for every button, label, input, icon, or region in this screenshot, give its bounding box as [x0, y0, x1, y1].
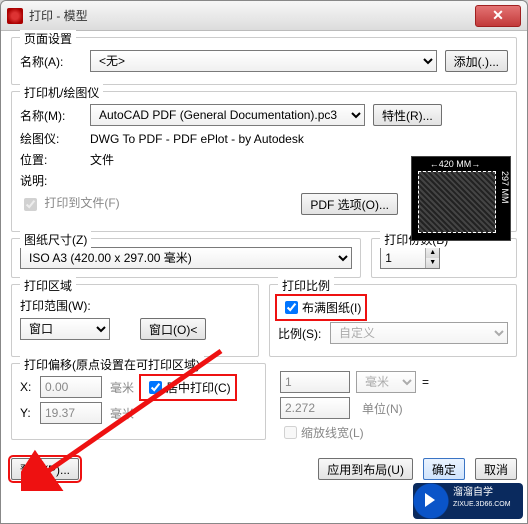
window-title: 打印 - 模型 — [29, 7, 475, 24]
window-select-button[interactable]: 窗口(O)< — [140, 318, 206, 340]
cancel-button[interactable]: 取消 — [475, 458, 517, 480]
where-value: 文件 — [90, 151, 114, 168]
plot-area-group: 打印区域 打印范围(W): 窗口 窗口(O)< — [11, 284, 259, 357]
watermark-line1: 溜溜自学 — [453, 487, 519, 499]
pdf-options-button[interactable]: PDF 选项(O)... — [301, 193, 398, 215]
fit-to-paper-highlight: 布满图纸(I) — [278, 297, 364, 318]
scale-lineweights-label: 缩放线宽(L) — [301, 424, 364, 441]
fit-to-paper-label: 布满图纸(I) — [302, 299, 361, 316]
paper-preview-rect — [418, 171, 496, 233]
plot-scale-legend: 打印比例 — [278, 277, 334, 294]
scale-unit-label: 单位(N) — [362, 400, 403, 417]
offset-y-input — [40, 402, 102, 424]
plot-offset-legend: 打印偏移(原点设置在可打印区域) — [20, 356, 204, 373]
titlebar: 打印 - 模型 ✕ — [1, 1, 527, 31]
watermark: 溜溜自学 ZIXUE.3D66.COM — [413, 483, 523, 519]
plot-area-legend: 打印区域 — [20, 277, 76, 294]
printer-name-label: 名称(M): — [20, 107, 90, 124]
center-plot-checkbox[interactable] — [149, 381, 162, 394]
scale-lineweights-checkbox — [284, 426, 297, 439]
pagesetup-name-label: 名称(A): — [20, 53, 90, 70]
copies-input[interactable] — [381, 248, 425, 268]
apply-to-layout-button[interactable]: 应用到布局(U) — [318, 458, 413, 480]
scale-ratio-label: 比例(S): — [278, 325, 330, 342]
copies-group: 打印份数(B) ▲▼ — [371, 238, 517, 278]
plot-scale-group: 打印比例 布满图纸(I) 比例(S): 自定义 — [269, 284, 517, 357]
desc-label: 说明: — [20, 172, 90, 189]
printer-properties-button[interactable]: 特性(R)... — [373, 104, 442, 126]
scale-numerator-input — [280, 371, 350, 393]
plot-range-select[interactable]: 窗口 — [20, 318, 110, 340]
paper-size-select[interactable]: ISO A3 (420.00 x 297.00 毫米) — [20, 247, 352, 269]
offset-x-label: X: — [20, 380, 40, 394]
print-to-file-checkbox: 打印到文件(F) — [20, 194, 120, 213]
scale-denominator-input — [280, 397, 350, 419]
pagesetup-name-select[interactable]: <无> — [90, 50, 437, 72]
app-icon — [7, 8, 23, 24]
paper-size-group: 图纸尺寸(Z) ISO A3 (420.00 x 297.00 毫米) — [11, 238, 361, 278]
offset-x-input — [40, 376, 102, 398]
plot-offset-group: 打印偏移(原点设置在可打印区域) X: 毫米 居中打印(C) Y: 毫米 — [11, 363, 266, 440]
scale-values: 毫米 = 单位(N) 缩放线宽(L) — [276, 363, 517, 446]
printer-name-select[interactable]: AutoCAD PDF (General Documentation).pc3 — [90, 104, 365, 126]
center-plot-highlight: 居中打印(C) — [142, 377, 234, 398]
pagesetup-add-button[interactable]: 添加(.)... — [445, 50, 508, 72]
plotter-label: 绘图仪: — [20, 130, 90, 147]
page-setup-group: 页面设置 名称(A): <无> 添加(.)... — [11, 37, 517, 85]
printer-legend: 打印机/绘图仪 — [20, 84, 103, 101]
ok-button[interactable]: 确定 — [423, 458, 465, 480]
paper-preview-width: ←420 MM→ — [412, 159, 498, 169]
print-dialog: 打印 - 模型 ✕ 页面设置 名称(A): <无> 添加(.)... 打印机/绘… — [0, 0, 528, 524]
play-icon — [425, 493, 435, 507]
watermark-line2: ZIXUE.3D66.COM — [453, 499, 519, 511]
paper-size-legend: 图纸尺寸(Z) — [20, 231, 91, 248]
close-button[interactable]: ✕ — [475, 5, 521, 27]
paper-preview-height: 297 MM — [500, 171, 510, 204]
print-to-file-input — [24, 198, 37, 211]
plotter-value: DWG To PDF - PDF ePlot - by Autodesk — [90, 132, 304, 146]
fit-to-paper-checkbox[interactable] — [285, 301, 298, 314]
scale-equals: = — [422, 375, 429, 389]
page-setup-legend: 页面设置 — [20, 30, 76, 47]
offset-x-unit: 毫米 — [110, 379, 134, 396]
offset-y-label: Y: — [20, 406, 40, 420]
center-plot-label: 居中打印(C) — [166, 379, 231, 396]
offset-y-unit: 毫米 — [110, 405, 134, 422]
plot-range-label: 打印范围(W): — [20, 297, 91, 314]
scale-ratio-select: 自定义 — [330, 322, 508, 344]
copies-spinner[interactable]: ▲▼ — [380, 247, 440, 269]
scale-unit-select: 毫米 — [356, 371, 416, 393]
paper-preview: ←420 MM→ 297 MM — [411, 156, 511, 241]
preview-button[interactable]: 预览(P)... — [11, 458, 79, 480]
where-label: 位置: — [20, 151, 90, 168]
